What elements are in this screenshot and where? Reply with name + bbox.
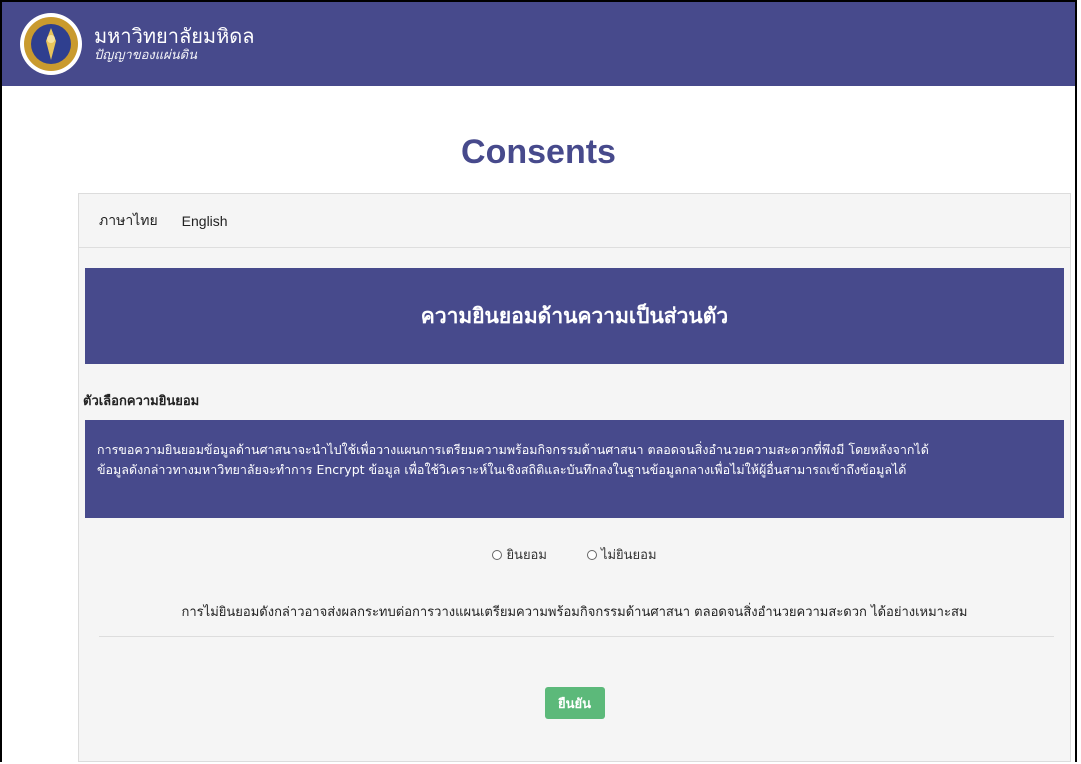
radio-decline[interactable]: ไม่ยินยอม [586, 544, 657, 565]
radio-decline-circle[interactable] [586, 549, 597, 560]
description-line-1: การขอความยินยอมข้อมูลด้านศาสนาจะนำไปใช้เ… [97, 442, 929, 457]
page-title: Consents [461, 133, 616, 171]
consent-description: การขอความยินยอมข้อมูลด้านศาสนาจะนำไปใช้เ… [85, 420, 1064, 518]
university-motto: ปัญญาของแผ่นดิน [94, 47, 197, 63]
brand: มหาวิทยาลัยมหิดล ปัญญาของแผ่นดิน [94, 25, 255, 63]
radio-consent[interactable]: ยินยอม [492, 544, 547, 565]
tab-thai[interactable]: ภาษาไทย [89, 204, 168, 238]
consent-heading: ความยินยอมด้านความเป็นส่วนตัว [85, 268, 1064, 364]
radio-decline-label: ไม่ยินยอม [600, 548, 657, 563]
consent-card: ภาษาไทย English ความยินยอมด้านความเป็นส่… [78, 193, 1071, 762]
description-line-2: ข้อมูลดังกล่าวทางมหาวิทยาลัยจะทำการ Encr… [97, 462, 907, 477]
radio-consent-label: ยินยอม [506, 548, 547, 563]
language-tabs: ภาษาไทย English [79, 194, 1070, 248]
tab-english[interactable]: English [172, 207, 238, 235]
confirm-wrap: ยืนยัน [79, 687, 1070, 719]
university-name: มหาวิทยาลัยมหิดล [94, 23, 255, 48]
university-logo-icon[interactable] [20, 13, 82, 75]
confirm-button[interactable]: ยืนยัน [544, 687, 605, 719]
consent-heading-text: ความยินยอมด้านความเป็นส่วนตัว [420, 303, 729, 328]
top-navbar: มหาวิทยาลัยมหิดล ปัญญาของแผ่นดิน [2, 2, 1075, 86]
divider [99, 636, 1054, 637]
radio-consent-circle[interactable] [492, 549, 503, 560]
consent-options: ยินยอม ไม่ยินยอม [79, 544, 1070, 565]
options-label: ตัวเลือกความยินยอม [83, 394, 200, 409]
decline-notice: การไม่ยินยอมดังกล่าวอาจส่งผลกระทบต่อการว… [181, 605, 968, 620]
